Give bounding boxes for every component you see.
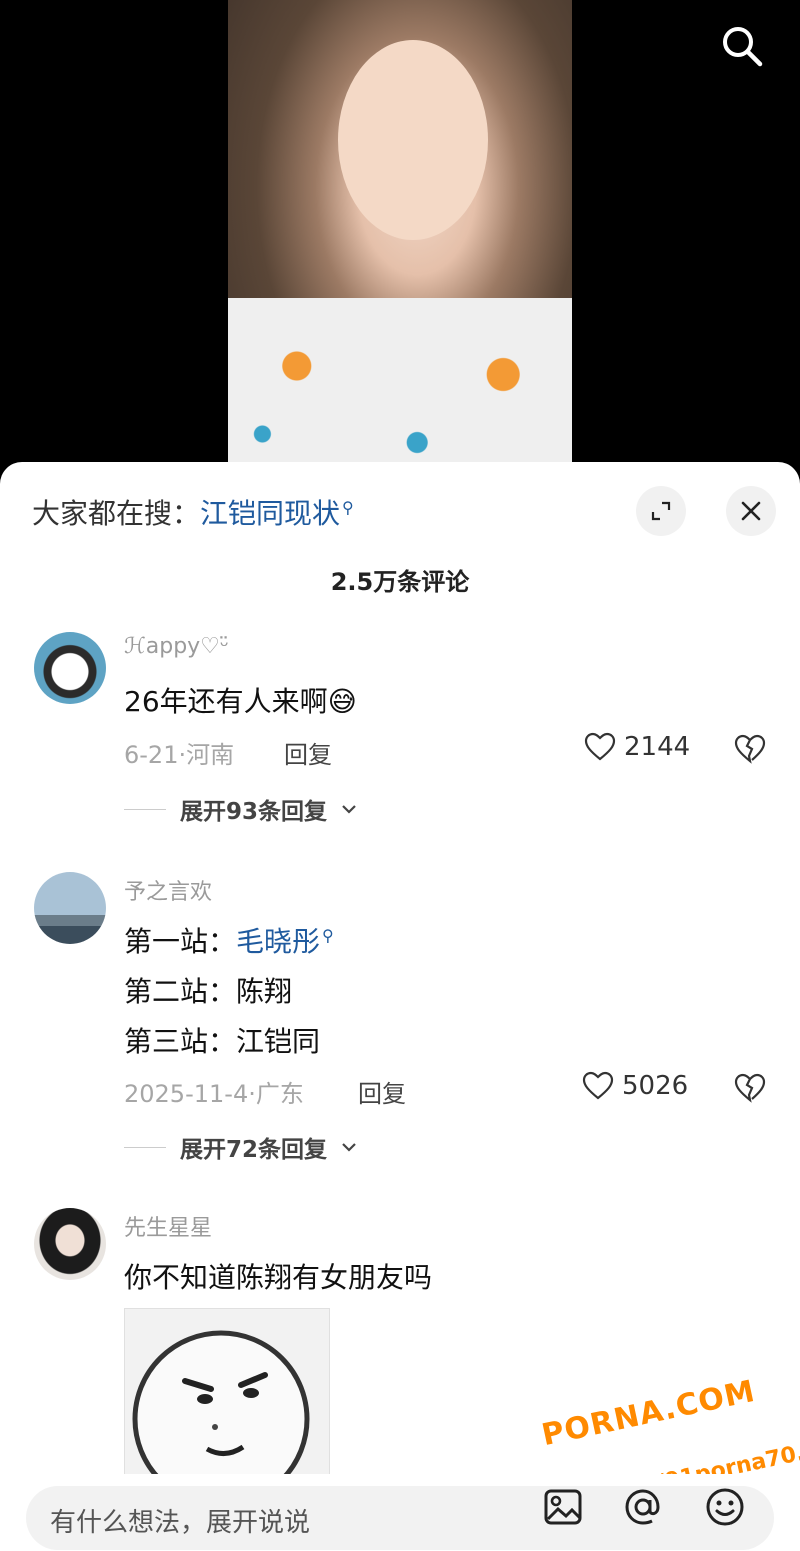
line-value: 陈翔	[236, 975, 293, 1008]
reply-button[interactable]: 回复	[284, 735, 332, 770]
comment-text: 你不知道陈翔有女朋友吗	[124, 1261, 433, 1294]
sweat-emoji-icon: 😅	[327, 685, 357, 718]
at-icon[interactable]	[622, 1486, 664, 1528]
line-label: 第一站：	[124, 925, 237, 958]
image-icon[interactable]	[542, 1486, 584, 1528]
broken-heart-icon[interactable]	[734, 733, 766, 765]
comments-count: 2.5万条评论	[330, 568, 470, 596]
comment-body: 26年还有人来啊	[124, 685, 328, 718]
video-person	[338, 40, 488, 240]
comment-text: 26年还有人来啊😅	[124, 680, 357, 720]
like-count: 2144	[624, 732, 691, 762]
comments-sheet: 大家都在搜：江铠同现状 ⚲ 2.5万条评论 ℋappy♡ᵕ̈ 26年还有人来啊😅 …	[0, 462, 800, 1551]
avatar[interactable]	[34, 632, 106, 704]
avatar[interactable]	[34, 1208, 106, 1280]
expand-replies-label: 展开72条回复	[180, 1137, 328, 1163]
expand-icon	[651, 501, 671, 521]
expand-button[interactable]	[636, 486, 686, 536]
expand-replies-label: 展开93条回复	[180, 799, 328, 825]
video-shirt	[228, 298, 572, 468]
comment-line: 第一站：毛晓彤 ⚲	[124, 920, 334, 960]
video-frame	[228, 0, 572, 468]
close-icon	[741, 501, 761, 521]
comment-username[interactable]: 予之言欢	[124, 874, 212, 906]
like-button[interactable]: 5026	[582, 1071, 688, 1101]
reply-button[interactable]: 回复	[358, 1074, 406, 1109]
search-hint[interactable]: 大家都在搜：江铠同现状 ⚲	[32, 492, 354, 532]
search-link[interactable]: 毛晓彤	[236, 925, 320, 958]
comment-username[interactable]: ℋappy♡ᵕ̈	[124, 634, 229, 659]
heart-icon	[582, 1071, 614, 1100]
search-small-icon: ⚲	[342, 498, 354, 517]
chevron-down-icon	[342, 1143, 356, 1152]
heart-icon	[584, 732, 616, 761]
like-count: 5026	[622, 1071, 689, 1101]
comment-line: 第二站：陈翔	[124, 970, 292, 1010]
chevron-down-icon	[342, 805, 356, 814]
emoji-icon[interactable]	[704, 1486, 746, 1528]
search-small-icon: ⚲	[322, 926, 334, 945]
expand-replies[interactable]: 展开72条回复	[124, 1130, 357, 1164]
divider-line	[124, 808, 166, 810]
comment-input-placeholder: 有什么想法，展开说说	[50, 1508, 311, 1538]
comment-meta: 2025-11-4·广东	[124, 1080, 304, 1108]
like-button[interactable]: 2144	[584, 732, 690, 762]
close-button[interactable]	[726, 486, 776, 536]
watermark-line1: PORNA.COM	[538, 1373, 759, 1454]
avatar[interactable]	[34, 872, 106, 944]
search-hint-prefix: 大家都在搜：	[32, 497, 201, 530]
comment-meta: 6-21·河南	[124, 741, 235, 769]
search-icon[interactable]	[718, 22, 766, 70]
expand-replies[interactable]: 展开93条回复	[124, 792, 357, 826]
comment-username[interactable]: 先生星星	[124, 1210, 212, 1242]
comment-line: 第三站：江铠同	[124, 1020, 320, 1060]
comment-input-bar: 有什么想法，展开说说	[0, 1474, 800, 1551]
video-player[interactable]	[0, 0, 800, 480]
line-label: 第三站：	[124, 1025, 237, 1058]
broken-heart-icon[interactable]	[734, 1072, 766, 1104]
line-value: 江铠同	[236, 1025, 321, 1058]
search-hint-term[interactable]: 江铠同现状	[200, 497, 340, 530]
line-label: 第二站：	[124, 975, 237, 1008]
divider-line	[124, 1146, 166, 1148]
